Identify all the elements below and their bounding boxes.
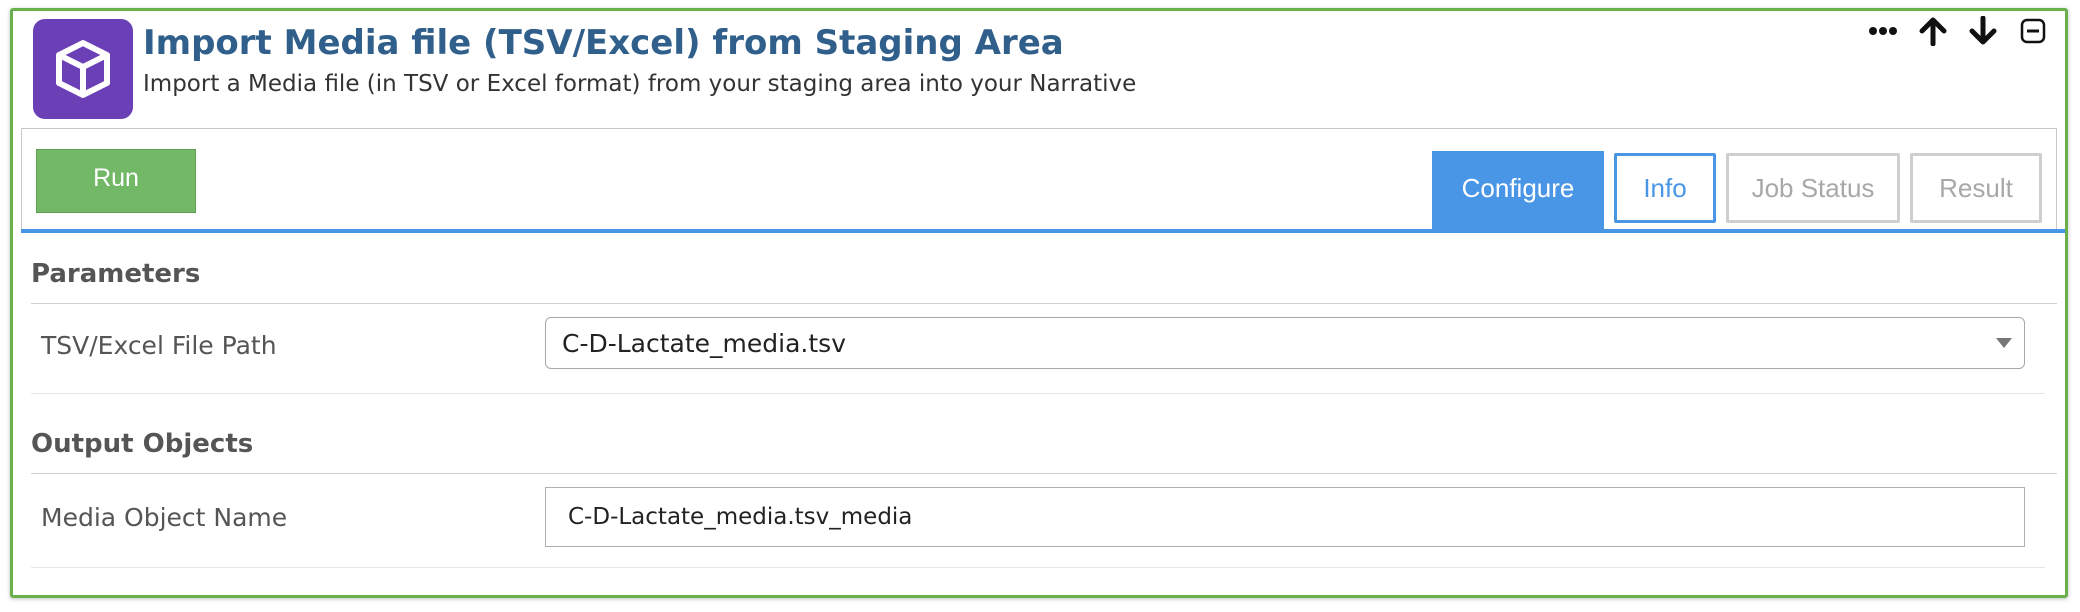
cell-controls	[1867, 15, 2049, 47]
tab-result[interactable]: Result	[1910, 153, 2042, 223]
app-title: Import Media file (TSV/Excel) from Stagi…	[143, 23, 1064, 63]
file-path-value: C-D-Lactate_media.tsv	[562, 328, 846, 358]
app-cell: Import Media file (TSV/Excel) from Stagi…	[10, 8, 2068, 598]
arrow-down-icon[interactable]	[1967, 15, 1999, 47]
row-divider	[31, 567, 2045, 568]
toolbar: Run Configure Info Job Status Result	[21, 129, 2057, 231]
output-objects-section-title: Output Objects	[31, 429, 254, 459]
media-object-name-input[interactable]	[545, 487, 2025, 547]
tab-configure[interactable]: Configure	[1432, 151, 1604, 229]
file-path-select[interactable]: C-D-Lactate_media.tsv	[545, 317, 2025, 369]
arrow-up-icon[interactable]	[1917, 15, 1949, 47]
app-subtitle: Import a Media file (in TSV or Excel for…	[143, 71, 1137, 97]
file-path-label: TSV/Excel File Path	[41, 331, 277, 360]
parameters-section-title: Parameters	[31, 259, 201, 289]
tab-info[interactable]: Info	[1614, 153, 1716, 223]
parameters-divider	[31, 303, 2057, 304]
tab-job-status[interactable]: Job Status	[1726, 153, 1900, 223]
chevron-down-icon	[1996, 338, 2012, 348]
run-button[interactable]: Run	[36, 149, 196, 213]
output-objects-divider	[31, 473, 2057, 474]
collapse-icon[interactable]	[2017, 15, 2049, 47]
cube-icon	[33, 19, 133, 119]
configure-tab-underline	[21, 229, 2065, 233]
row-divider	[31, 393, 2045, 394]
media-object-name-label: Media Object Name	[41, 503, 288, 532]
tab-bar: Configure Info Job Status Result	[1432, 151, 2042, 229]
more-options-icon[interactable]	[1867, 15, 1899, 47]
